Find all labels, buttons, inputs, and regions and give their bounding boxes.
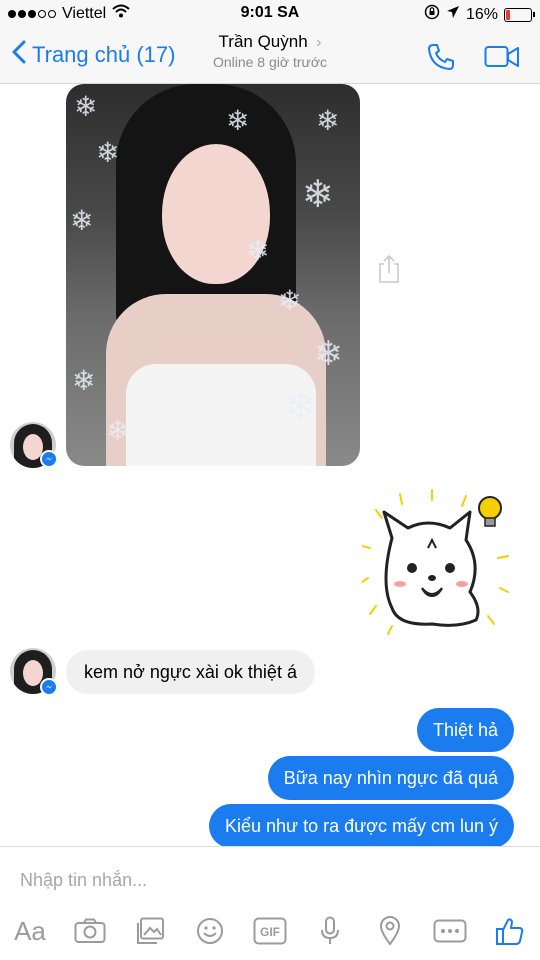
snowflake-icon: ❄ [284, 385, 318, 429]
snowflake-icon: ❄ [246, 235, 270, 266]
incoming-message[interactable]: kem nở ngực xài ok thiệt á [66, 650, 315, 694]
messenger-badge-icon [40, 450, 58, 468]
outgoing-message[interactable]: Bữa nay nhìn ngực đã quá [267, 756, 514, 800]
messenger-badge-icon [40, 678, 58, 696]
battery-level [506, 9, 510, 20]
gif-icon[interactable]: GIF [250, 913, 290, 949]
snowflake-icon: ❄ [106, 415, 130, 446]
snowflake-icon: ❄ [226, 105, 250, 136]
share-icon[interactable] [376, 254, 402, 289]
video-camera-icon[interactable] [484, 42, 520, 72]
location-icon[interactable] [370, 913, 410, 949]
snowflake-icon: ❄ [70, 205, 94, 236]
battery-icon [504, 7, 535, 22]
status-right: 16% [424, 4, 535, 25]
gallery-icon[interactable] [130, 913, 170, 949]
navigation-bar: Trang chủ (17) Trần Quỳnh › Online 8 giờ… [0, 28, 540, 84]
snowflake-icon: ❄ [302, 174, 334, 216]
snowflake-icon: ❄ [278, 285, 302, 316]
composer-toolbar: Aa GIF [10, 913, 530, 949]
camera-icon[interactable] [70, 913, 110, 949]
conversation[interactable]: ❄ ❄ ❄ ❄ ❄ ❄ ❄ ❄ ❄ ❄ ❄ ❄ kem nở ngực xài … [0, 84, 540, 848]
snowflake-icon: ❄ [314, 335, 343, 373]
location-arrow-icon [446, 5, 460, 24]
snowflake-icon: ❄ [96, 137, 120, 168]
snowflake-icon: ❄ [316, 105, 340, 136]
photo-message[interactable]: ❄ ❄ ❄ ❄ ❄ ❄ ❄ ❄ ❄ ❄ ❄ ❄ [66, 84, 360, 466]
composer: Aa GIF [0, 846, 540, 960]
snowflake-icon: ❄ [74, 91, 98, 122]
like-icon[interactable] [490, 913, 530, 949]
phone-icon[interactable] [426, 42, 456, 72]
snowflake-icon: ❄ [72, 365, 96, 396]
outgoing-message[interactable]: Thiệt hả [416, 708, 514, 752]
cat-sticker[interactable] [361, 488, 510, 638]
microphone-icon[interactable] [310, 913, 350, 949]
message-input[interactable] [20, 865, 500, 895]
more-icon[interactable] [430, 913, 470, 949]
chevron-right-icon: › [316, 34, 322, 51]
status-bar: Viettel 9:01 SA 16% [0, 0, 540, 28]
battery-percent: 16% [465, 5, 498, 23]
call-actions [426, 42, 520, 72]
gif-label: GIF [260, 925, 280, 939]
outgoing-message[interactable]: Kiểu như to ra được mấy cm lun ý [208, 804, 514, 848]
text-format-icon[interactable]: Aa [10, 913, 50, 949]
emoji-icon[interactable] [190, 913, 230, 949]
rotation-lock-icon [424, 4, 440, 25]
contact-name: Trần Quỳnh [218, 32, 308, 51]
